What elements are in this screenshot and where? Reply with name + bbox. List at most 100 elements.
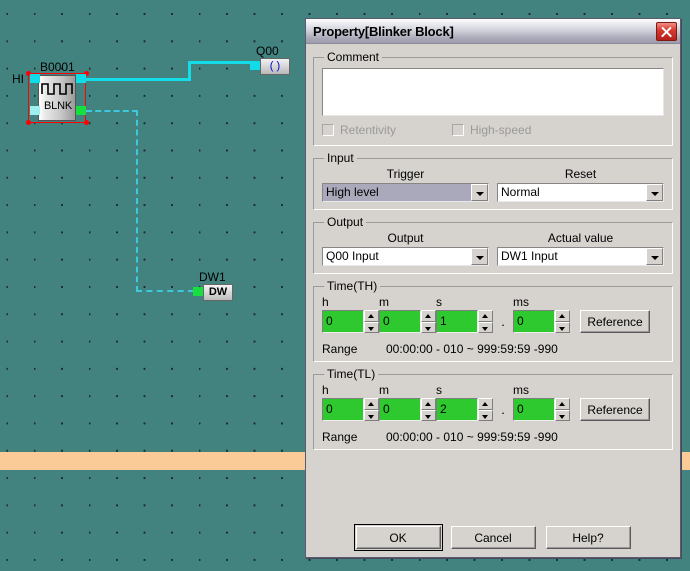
time-tl-group: Time(TL) h m s ms 0 0 2 . 0 Reference Ra… [313, 367, 673, 450]
spinner-up-icon[interactable] [421, 310, 436, 322]
retentivity-checkbox-wrap[interactable]: Retentivity [322, 123, 452, 137]
comment-input[interactable] [322, 68, 664, 116]
time-tl-ms-input[interactable]: 0 [513, 398, 555, 421]
chevron-down-icon-output[interactable] [471, 248, 488, 265]
time-th-s-field[interactable]: 1 [436, 310, 493, 333]
spinner-down-icon[interactable] [555, 321, 570, 333]
blinker-port-out-bottom[interactable] [76, 106, 86, 115]
reset-value: Normal [501, 185, 540, 199]
time-th-s-label: s [436, 295, 442, 309]
time-tl-h-field[interactable]: 0 [322, 398, 379, 421]
time-th-m-input[interactable]: 0 [379, 310, 421, 333]
time-th-row: 0 0 1 . 0 Reference [322, 310, 664, 333]
spinner-down-icon[interactable] [478, 321, 493, 333]
time-tl-range-row: Range 00:00:00 - 010 ~ 999:59:59 -990 [322, 430, 664, 444]
time-tl-m-spinner[interactable] [421, 398, 436, 421]
time-th-ms-input[interactable]: 0 [513, 310, 555, 333]
time-tl-h-input[interactable]: 0 [322, 398, 364, 421]
close-icon[interactable] [656, 21, 677, 41]
time-th-reference-button[interactable]: Reference [580, 310, 650, 333]
datablock-body[interactable]: DW [203, 284, 233, 301]
checkbox-icon-highspeed[interactable] [452, 124, 464, 136]
wire-dashed-vertical [136, 110, 138, 292]
time-th-header: h m s ms [322, 295, 664, 309]
chevron-down-icon-reset[interactable] [646, 184, 663, 201]
reset-label: Reset [564, 167, 597, 181]
spinner-down-icon[interactable] [364, 321, 379, 333]
output-column: Output Q00 Input [322, 231, 489, 266]
help-button[interactable]: Help? [545, 526, 631, 549]
output-columns: Output Q00 Input Actual value DW1 Input [322, 231, 664, 266]
spinner-up-icon[interactable] [555, 310, 570, 322]
time-tl-ms-spinner[interactable] [555, 398, 570, 421]
ok-button[interactable]: OK [353, 524, 443, 551]
time-th-s-spinner[interactable] [478, 310, 493, 333]
time-tl-s-field[interactable]: 2 [436, 398, 493, 421]
output-label: Output [387, 231, 424, 245]
highspeed-checkbox-wrap[interactable]: High-speed [452, 123, 531, 137]
coil-port[interactable] [250, 61, 260, 70]
coil-label: Q00 [256, 44, 279, 58]
coil-body[interactable]: ( ) [260, 58, 290, 75]
blinker-waveform-icon [41, 83, 73, 95]
time-tl-ms-field[interactable]: 0 [513, 398, 570, 421]
blinker-port-in-top[interactable] [30, 74, 40, 83]
spinner-up-icon[interactable] [364, 310, 379, 322]
time-tl-h-spinner[interactable] [364, 398, 379, 421]
trigger-label: Trigger [386, 167, 425, 181]
spinner-up-icon[interactable] [421, 398, 436, 410]
spinner-down-icon[interactable] [555, 409, 570, 421]
spinner-up-icon[interactable] [478, 398, 493, 410]
spinner-down-icon[interactable] [421, 409, 436, 421]
time-tl-ms-label: ms [513, 383, 529, 397]
checkbox-icon-retentivity[interactable] [322, 124, 334, 136]
time-th-m-field[interactable]: 0 [379, 310, 436, 333]
reset-select[interactable]: Normal [497, 183, 664, 202]
input-group: Input Trigger High level Reset Normal [313, 151, 673, 210]
spinner-down-icon[interactable] [478, 409, 493, 421]
time-tl-reference-button[interactable]: Reference [580, 398, 650, 421]
time-th-separator: . [501, 314, 505, 329]
property-dialog: Property[Blinker Block] Comment Retentiv… [305, 18, 681, 558]
time-tl-range-label: Range [322, 430, 358, 444]
blinker-port-in-bottom[interactable] [30, 106, 40, 115]
time-tl-m-field[interactable]: 0 [379, 398, 436, 421]
spinner-up-icon[interactable] [478, 310, 493, 322]
time-tl-s-input[interactable]: 2 [436, 398, 478, 421]
time-tl-separator: . [501, 402, 505, 417]
time-th-s-input[interactable]: 1 [436, 310, 478, 333]
spinner-up-icon[interactable] [555, 398, 570, 410]
selection-handle-br[interactable] [84, 120, 89, 125]
time-th-h-input[interactable]: 0 [322, 310, 364, 333]
datablock-port[interactable] [193, 287, 203, 296]
time-th-ms-spinner[interactable] [555, 310, 570, 333]
trigger-select[interactable]: High level [322, 183, 489, 202]
output-select[interactable]: Q00 Input [322, 247, 489, 266]
cancel-button[interactable]: Cancel [450, 526, 536, 549]
blinker-port-out-top[interactable] [76, 74, 86, 83]
chevron-down-icon-trigger[interactable] [471, 184, 488, 201]
time-tl-s-spinner[interactable] [478, 398, 493, 421]
spinner-down-icon[interactable] [364, 409, 379, 421]
time-th-ms-field[interactable]: 0 [513, 310, 570, 333]
blinker-input-label: HI [12, 72, 24, 86]
time-th-h-field[interactable]: 0 [322, 310, 379, 333]
wire-blk-to-corner [86, 78, 191, 81]
chevron-down-icon-actual[interactable] [646, 248, 663, 265]
trigger-column: Trigger High level [322, 167, 489, 202]
blinker-block-body[interactable] [38, 75, 76, 121]
time-th-h-spinner[interactable] [364, 310, 379, 333]
dialog-titlebar[interactable]: Property[Blinker Block] [306, 19, 680, 44]
wire-dashed-horizontal-bottom [136, 290, 194, 292]
selection-handle-bl[interactable] [26, 120, 31, 125]
actual-value-select[interactable]: DW1 Input [497, 247, 664, 266]
time-th-m-spinner[interactable] [421, 310, 436, 333]
input-columns: Trigger High level Reset Normal [322, 167, 664, 202]
retentivity-label: Retentivity [340, 123, 397, 137]
spinner-down-icon[interactable] [421, 321, 436, 333]
comment-checkbox-row: Retentivity High-speed [322, 123, 664, 137]
reset-column: Reset Normal [497, 167, 664, 202]
spinner-up-icon[interactable] [364, 398, 379, 410]
time-tl-m-input[interactable]: 0 [379, 398, 421, 421]
time-tl-range-value: 00:00:00 - 010 ~ 999:59:59 -990 [386, 430, 558, 444]
